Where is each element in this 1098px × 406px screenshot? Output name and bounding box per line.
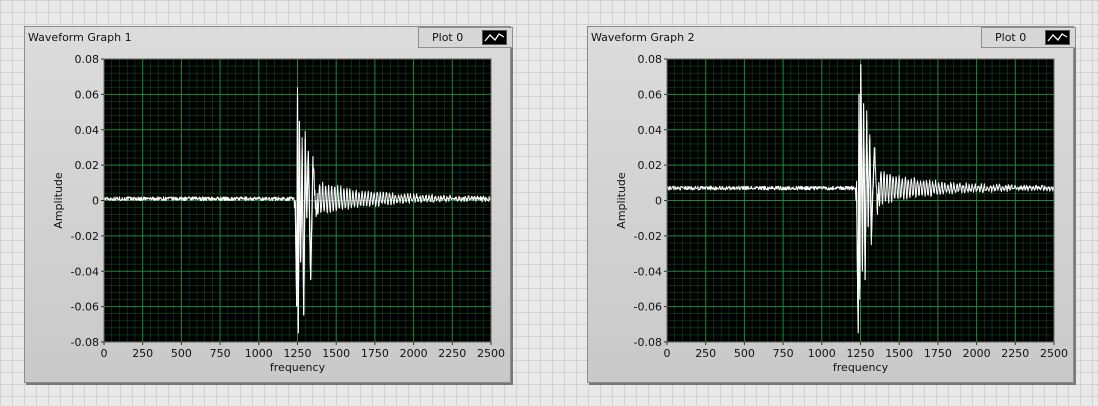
x-tick-label: 1250 [847,347,875,360]
x-tick-label: 500 [171,347,192,360]
y-tick-label: 0.02 [75,159,100,172]
x-tick-label: 2000 [400,347,428,360]
x-tick-label: 1250 [284,347,312,360]
y-tick-label: 0.06 [75,88,100,101]
y-tick-label: 0.06 [638,88,663,101]
y-tick-label: 0.08 [638,53,663,66]
x-tick-label: 0 [664,347,671,360]
x-tick-label: 1500 [885,347,913,360]
y-tick-label: -0.04 [634,265,662,278]
x-axis-title: frequency [270,361,326,374]
x-tick-label: 1500 [322,347,350,360]
x-tick-label: 1750 [361,347,389,360]
y-axis-title: Amplitude [615,172,628,229]
y-tick-label: 0 [655,195,662,208]
x-tick-label: 1750 [924,347,952,360]
y-tick-label: -0.06 [634,301,662,314]
x-tick-label: 2250 [438,347,466,360]
x-axis-title: frequency [833,361,889,374]
x-tick-label: 2250 [1001,347,1029,360]
x-tick-label: 1000 [808,347,836,360]
x-tick-label: 500 [734,347,755,360]
y-tick-label: 0 [92,195,99,208]
y-tick-label: -0.02 [634,230,662,243]
y-tick-label: 0.08 [75,53,100,66]
y-tick-label: 0.02 [638,159,663,172]
waveform-graph-1: Waveform Graph 1 Plot 0 0.08 0.06 0.04 0.02… [24,26,513,384]
x-tick-label: 2000 [963,347,991,360]
y-tick-label: 0.04 [638,124,663,137]
y-axis-title: Amplitude [52,172,65,229]
x-tick-label: 2500 [477,347,505,360]
plot-area[interactable]: 0.080.060.040.020-0.02-0.04-0.06-0.080 25… [588,27,1075,384]
y-tick-label: -0.08 [71,336,99,349]
x-tick-label: 0 [101,347,108,360]
x-tick-label: 250 [132,347,153,360]
y-tick-label: -0.08 [634,336,662,349]
waveform-graph-2: Waveform Graph 2 Plot 0 0.08 0.06 0.04 0.02… [587,26,1076,384]
y-tick-label: 0.04 [75,124,100,137]
x-tick-label: 750 [210,347,231,360]
y-tick-label: -0.04 [71,265,99,278]
x-tick-label: 2500 [1040,347,1068,360]
x-tick-label: 1000 [245,347,273,360]
x-tick-label: 750 [773,347,794,360]
x-tick-label: 250 [695,347,716,360]
plot-area[interactable]: 0.080.060.040.020-0.02-0.04-0.06-0.080 25… [25,27,512,384]
y-tick-label: -0.06 [71,301,99,314]
y-tick-label: -0.02 [71,230,99,243]
